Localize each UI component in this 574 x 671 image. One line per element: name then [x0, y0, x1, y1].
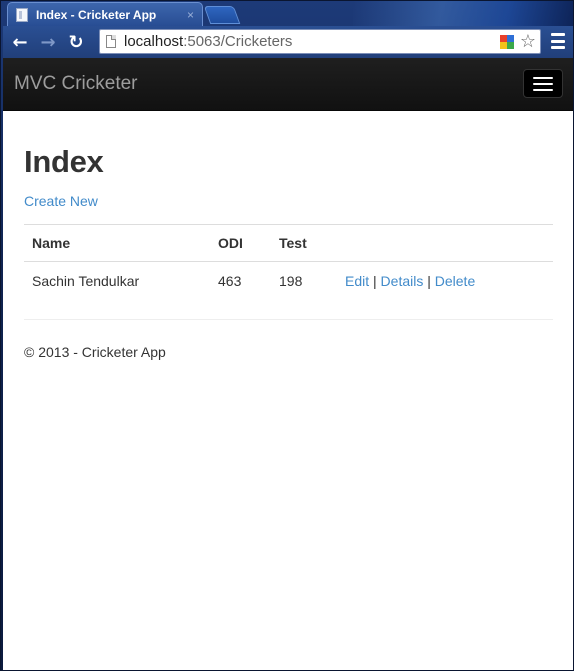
- action-separator: |: [427, 272, 431, 289]
- address-bar[interactable]: localhost:5063/Cricketers ☆: [99, 29, 541, 54]
- column-header-test: Test: [271, 224, 337, 262]
- cell-test: 198: [279, 272, 303, 289]
- body-content: Index Create New Name ODI Test Sachin Te…: [3, 144, 573, 360]
- footer-divider: [24, 318, 553, 320]
- reload-icon[interactable]: ↻: [65, 31, 87, 53]
- page-title: Index: [24, 144, 104, 179]
- create-new-link[interactable]: Create New: [24, 193, 98, 209]
- table-header-row: Name ODI Test: [24, 224, 553, 262]
- cell-name: Sachin Tendulkar: [32, 272, 140, 289]
- close-tab-icon[interactable]: ×: [187, 9, 194, 21]
- navbar-brand[interactable]: MVC Cricketer: [14, 73, 138, 95]
- page-footer: © 2013 - Cricketer App: [24, 344, 553, 360]
- url-host: localhost: [124, 33, 184, 50]
- back-arrow-icon[interactable]: ←: [9, 31, 31, 53]
- column-header-odi: ODI: [210, 224, 271, 262]
- table-row: Sachin Tendulkar 463 198 Edit | Details …: [24, 262, 553, 300]
- action-separator: |: [373, 272, 377, 289]
- bookmark-star-icon[interactable]: ☆: [520, 31, 536, 52]
- details-link[interactable]: Details: [381, 273, 424, 289]
- url-text[interactable]: localhost:5063/Cricketers: [124, 33, 500, 50]
- new-tab-button[interactable]: [203, 6, 241, 24]
- url-path: :5063/Cricketers: [183, 33, 293, 50]
- column-header-name: Name: [24, 224, 210, 262]
- page-favicon-icon: [16, 7, 28, 22]
- browser-toolbar: ← → ↻ localhost:5063/Cricketers ☆: [3, 26, 573, 58]
- cell-odi: 463: [218, 272, 242, 289]
- browser-tab[interactable]: Index - Cricketer App ×: [7, 2, 203, 26]
- forward-arrow-icon[interactable]: →: [37, 31, 59, 53]
- footer-text: © 2013 - Cricketer App: [24, 343, 166, 360]
- navbar-toggle-button[interactable]: [523, 69, 563, 98]
- delete-link[interactable]: Delete: [435, 273, 475, 289]
- page-icon: [106, 35, 116, 48]
- page-viewport: MVC Cricketer Index Create New Name ODI …: [3, 58, 573, 670]
- extension-icon[interactable]: [499, 34, 514, 49]
- tab-title: Index - Cricketer App: [36, 7, 157, 22]
- hamburger-bar-icon: [533, 88, 553, 91]
- hamburger-bar-icon: [533, 82, 553, 85]
- title-bar-glow: [353, 1, 573, 27]
- browser-menu-icon[interactable]: [551, 33, 565, 49]
- column-header-actions: [337, 224, 553, 262]
- browser-window: Index - Cricketer App × ← → ↻ localhost:…: [0, 0, 574, 671]
- cricketers-table: Name ODI Test Sachin Tendulkar 463 198 E…: [24, 224, 553, 300]
- hamburger-bar-icon: [533, 76, 553, 79]
- edit-link[interactable]: Edit: [345, 273, 369, 289]
- site-navbar: MVC Cricketer: [3, 58, 573, 111]
- cell-actions: Edit | Details | Delete: [337, 262, 553, 300]
